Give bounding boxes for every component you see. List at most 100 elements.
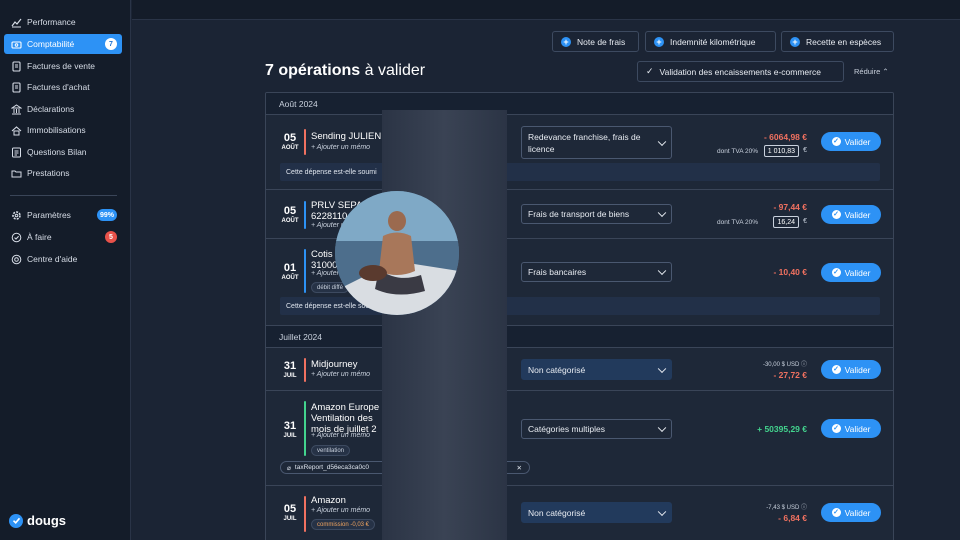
check-icon: ✓ <box>831 508 841 517</box>
commission-tag: commission -0,03 € <box>311 519 376 530</box>
toggle-label: Réduire <box>854 67 881 76</box>
category-select[interactable]: Frais de transport de biens <box>521 204 672 224</box>
select-value: Frais de transport de biens <box>528 209 630 219</box>
add-memo-link[interactable]: + Ajouter un mémo <box>311 144 370 151</box>
usd-value: -7,43 $ USD <box>766 505 800 511</box>
logo-check-icon <box>9 513 23 528</box>
valider-button[interactable]: ✓ Valider <box>821 205 881 224</box>
button-label: Indemnité kilométrique <box>670 36 756 47</box>
sidebar-item-label: Comptabilité <box>27 39 75 49</box>
plus-icon: + <box>561 36 571 47</box>
chevron-down-icon <box>657 364 667 373</box>
op-day: 31 <box>283 360 297 372</box>
category-select[interactable]: Frais bancaires <box>521 262 672 282</box>
category-select[interactable]: Non catégorisé <box>521 502 672 523</box>
validation-ecommerce-button[interactable]: ✓ Validation des encaissements e-commerc… <box>637 61 844 82</box>
chart-line-icon <box>10 16 22 28</box>
bank-icon <box>10 103 22 115</box>
sidebar-item-factures-vente[interactable]: Factures de vente <box>4 56 122 76</box>
op-name-line: 6228110 <box>311 211 348 222</box>
sidebar-item-comptabilite[interactable]: Comptabilité 7 <box>4 34 122 54</box>
valider-button[interactable]: ✓ Valider <box>821 419 881 438</box>
close-icon[interactable]: ✕ <box>517 464 522 472</box>
sidebar-item-factures-achat[interactable]: Factures d'achat <box>4 77 122 97</box>
button-label: Valider <box>844 136 871 147</box>
op-name: Amazon <box>311 495 346 506</box>
sidebar-item-centre-aide[interactable]: Centre d'aide <box>4 249 122 269</box>
home-icon <box>10 124 22 136</box>
tva-input[interactable]: 1 010,83 <box>763 145 799 157</box>
sidebar-item-a-faire[interactable]: À faire 5 <box>4 227 122 247</box>
category-select[interactable]: Redevance franchise, frais de licence <box>521 126 672 159</box>
month-header: Août 2024 <box>266 93 893 115</box>
sidebar-item-declarations[interactable]: Déclarations <box>4 99 122 119</box>
op-amount: - 27,72 € <box>773 370 807 380</box>
note-de-frais-button[interactable]: + Note de frais <box>552 31 639 52</box>
chevron-down-icon <box>657 137 667 146</box>
op-name: Cotis 31000 <box>311 249 337 271</box>
add-memo-link[interactable]: + Ajouter un mémo <box>311 432 370 439</box>
debit-indicator <box>304 358 306 382</box>
document-icon <box>10 81 22 93</box>
op-tag: ventilation <box>311 445 351 456</box>
op-day: 01 <box>283 262 297 274</box>
valider-button[interactable]: ✓ Valider <box>821 503 881 522</box>
tva-label: dont TVA 20% <box>717 219 758 226</box>
add-memo-link[interactable]: + Ajouter un mémo <box>311 371 370 378</box>
debit-indicator <box>304 496 306 532</box>
sidebar-item-prestations[interactable]: Prestations <box>4 163 122 183</box>
recette-especes-button[interactable]: + Recette en espèces <box>781 31 894 52</box>
select-value: Redevance franchise, frais de licence <box>528 131 641 154</box>
plus-icon: + <box>790 36 800 47</box>
sidebar-item-performance[interactable]: Performance <box>4 12 122 32</box>
brand-logo[interactable]: dougs <box>9 513 66 528</box>
top-bar <box>132 0 960 20</box>
sidebar-item-parametres[interactable]: Paramètres 99% <box>4 205 122 225</box>
sidebar-item-label: Prestations <box>27 168 70 178</box>
op-amount: - 10,40 € <box>773 267 807 277</box>
op-month: JUIL <box>283 433 297 439</box>
op-name: Amazon Europe Ventilation des mois de juil… <box>311 402 379 435</box>
chevron-up-icon: ⌃ <box>882 67 889 76</box>
op-month: JUIL <box>283 516 297 522</box>
op-day: 05 <box>283 205 297 217</box>
valider-button[interactable]: ✓ Valider <box>821 132 881 151</box>
op-day: 05 <box>283 503 297 515</box>
credit-indicator <box>304 401 306 456</box>
op-name-line: Amazon Europe <box>311 402 380 413</box>
sidebar-item-label: Performance <box>27 17 76 27</box>
valider-button[interactable]: ✓ Valider <box>821 263 881 282</box>
debit-indicator <box>304 201 306 229</box>
check-icon: ✓ <box>831 210 841 219</box>
sidebar-item-label: Factures d'achat <box>27 82 90 92</box>
euro-label: € <box>803 147 807 154</box>
table-row[interactable]: 31 JUIL Amazon Europe Ventilation des mois… <box>266 391 893 486</box>
tva-input[interactable]: 16,24 <box>773 216 799 228</box>
sidebar-item-label: Factures de vente <box>27 61 96 71</box>
category-select[interactable]: Non catégorisé <box>521 359 672 380</box>
foreign-amount: -30,00 $ USD ⓘ <box>763 359 807 368</box>
button-label: Valider <box>844 209 871 220</box>
chevron-down-icon <box>657 208 667 218</box>
logo-text: dougs <box>27 513 66 528</box>
table-row[interactable]: 05 AOÛT Sending JULIEN + Ajouter un mémo… <box>266 115 893 190</box>
sidebar-item-immobilisations[interactable]: Immobilisations <box>4 120 122 140</box>
page-title: 7 opérations à valider <box>265 62 425 80</box>
button-label: Valider <box>844 364 871 375</box>
add-memo-link[interactable]: + Ajouter un mémo <box>311 507 370 514</box>
op-day: 31 <box>283 420 297 432</box>
table-row[interactable]: 05 JUIL Amazon + Ajouter un mémo commiss… <box>266 486 893 540</box>
euro-label: € <box>803 218 807 225</box>
select-value: Catégories multiples <box>528 424 606 434</box>
valider-button[interactable]: ✓ Valider <box>821 360 881 379</box>
indemnite-kilometrique-button[interactable]: + Indemnité kilométrique <box>645 31 776 52</box>
op-month: JUIL <box>283 373 297 379</box>
button-label: Note de frais <box>577 36 626 47</box>
table-row[interactable]: 31 JUIL Midjourney + Ajouter un mémo Non… <box>266 348 893 391</box>
question-banner[interactable]: Cette dépense est-elle soumi <box>280 163 880 181</box>
category-select[interactable]: Catégories multiples <box>521 419 672 439</box>
debit-indicator <box>304 129 306 155</box>
sidebar-item-questions-bilan[interactable]: Questions Bilan <box>4 142 122 162</box>
button-label: Validation des encaissements e-commerce <box>659 66 821 77</box>
reduire-toggle[interactable]: Réduire ⌃ <box>854 67 889 76</box>
